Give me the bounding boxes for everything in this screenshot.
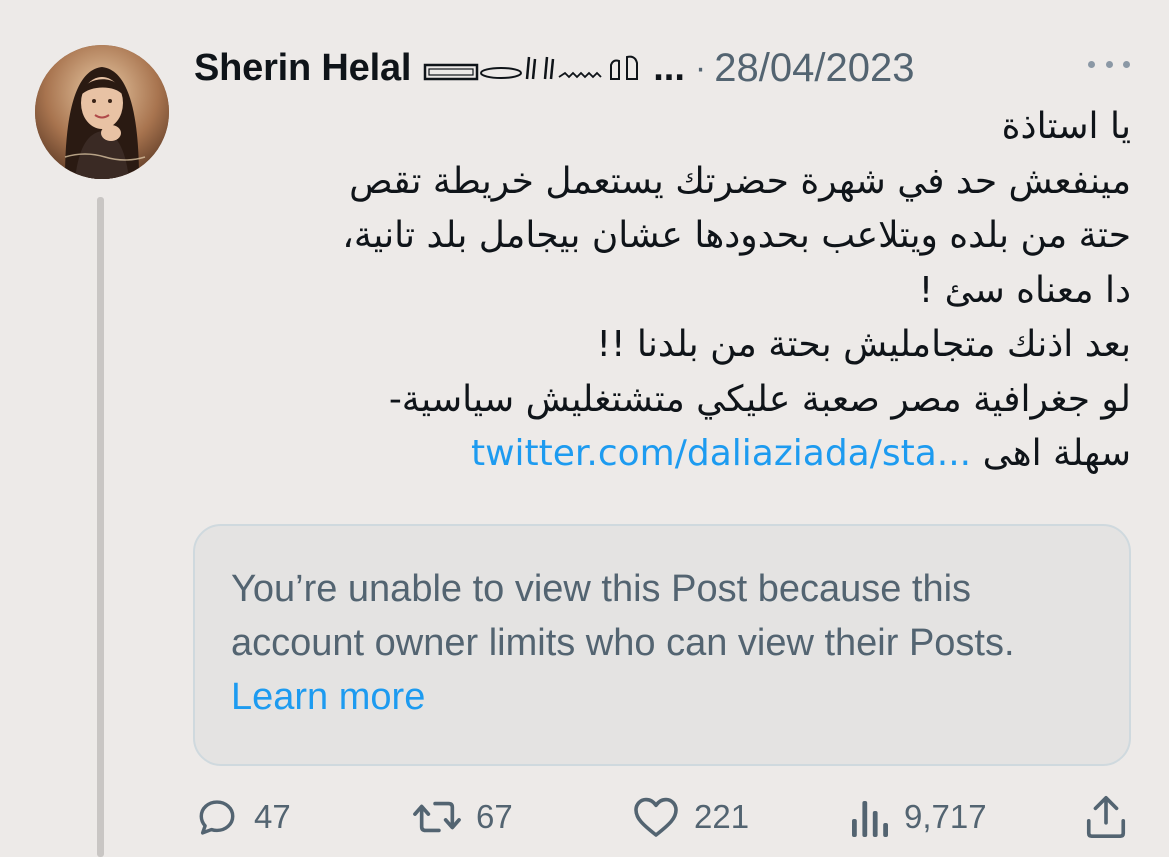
tweet-link[interactable]: twitter.com/daliaziada/sta...: [471, 433, 971, 474]
hieroglyph-emoji-icon: [423, 53, 653, 83]
reply-icon: [199, 800, 235, 835]
reply-count: 47: [254, 798, 291, 835]
thread-line: [97, 197, 104, 857]
tweet[interactable]: Sherin Helal ... · 28/04/2023 يا استاذة …: [0, 0, 1169, 857]
author-name[interactable]: Sherin Helal: [194, 47, 411, 90]
share-button[interactable]: [1084, 792, 1128, 842]
tweet-header: Sherin Helal ... · 28/04/2023: [194, 40, 914, 96]
unavailable-notice-text: You’re unable to view this Post because …: [231, 568, 1015, 664]
repost-icon: [413, 801, 461, 833]
share-icon: [1086, 796, 1126, 838]
quoted-post-notice: You’re unable to view this Post because …: [231, 562, 1091, 724]
avatar[interactable]: [35, 45, 169, 179]
tweet-body: يا استاذة مينفعش حد في شهرة حضرتك يستعمل…: [191, 100, 1131, 482]
body-line: لو جغرافية مصر صعبة عليكي متشتغليش سياسي…: [388, 378, 1131, 420]
like-icon: [634, 797, 678, 837]
name-ellipsis: ...: [653, 46, 685, 89]
like-button[interactable]: 221: [632, 792, 749, 842]
learn-more-link[interactable]: Learn more: [231, 676, 425, 718]
repost-button[interactable]: 67: [412, 792, 513, 842]
body-line: حتة من بلده ويتلاعب بحدودها عشان بيجامل …: [342, 215, 1131, 256]
repost-count: 67: [476, 798, 513, 835]
views-icon: [852, 801, 888, 837]
views-button[interactable]: 9,717: [850, 792, 987, 842]
views-count: 9,717: [904, 798, 987, 835]
like-count: 221: [694, 798, 750, 835]
body-line-with-link: سهلة اهى twitter.com/daliaziada/sta...: [191, 427, 1131, 482]
reply-button[interactable]: 47: [194, 792, 291, 842]
body-line: دا معناه سئ !: [918, 269, 1131, 311]
separator-dot: ·: [694, 48, 707, 87]
quoted-post-unavailable-card[interactable]: You’re unable to view this Post because …: [193, 524, 1131, 766]
body-line: مينفعش حد في شهرة حضرتك يستعمل خريطة تقص: [349, 160, 1131, 202]
avatar-image: [35, 45, 169, 179]
body-line: بعد اذنك متجامليش بحتة من بلدنا !!: [596, 324, 1131, 365]
body-line: يا استاذة: [1001, 106, 1131, 147]
body-line-text: سهلة اهى: [982, 433, 1131, 474]
tweet-date[interactable]: 28/04/2023: [714, 46, 914, 91]
action-bar: 47 67 221 9,717: [194, 792, 1134, 842]
more-icon[interactable]: [1088, 52, 1130, 76]
